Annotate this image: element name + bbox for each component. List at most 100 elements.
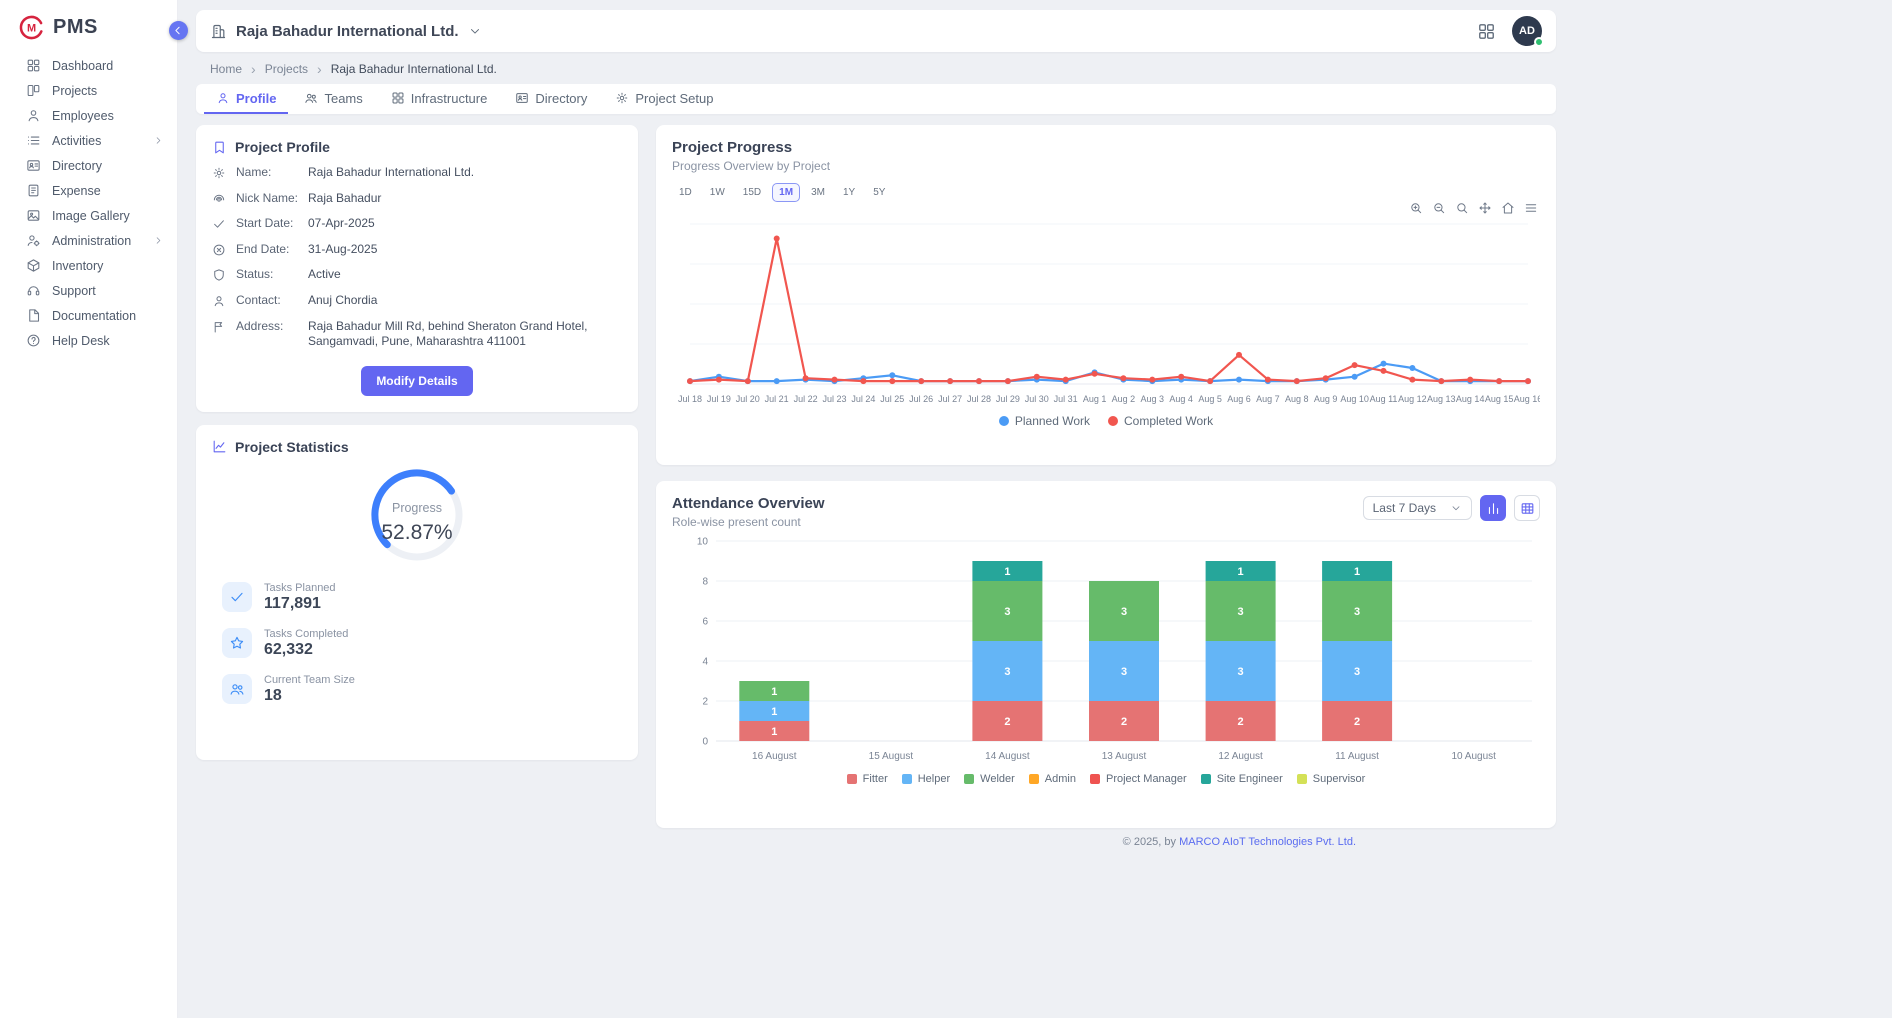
- breadcrumb-item-home[interactable]: Home: [210, 62, 242, 76]
- modify-details-button[interactable]: Modify Details: [361, 366, 472, 396]
- sidebar-item-label: Projects: [52, 84, 97, 98]
- legend-marker: [999, 416, 1009, 426]
- bookmark-icon: [212, 140, 227, 155]
- legend-project-manager[interactable]: Project Manager: [1090, 773, 1187, 785]
- stat-value: 117,891: [264, 595, 336, 613]
- range-button-1y[interactable]: 1Y: [836, 183, 862, 202]
- sidebar-item-projects[interactable]: Projects: [0, 78, 177, 103]
- legend-completed-work[interactable]: Completed Work: [1108, 414, 1213, 428]
- sidebar-item-expense[interactable]: Expense: [0, 178, 177, 203]
- legend-marker: [1108, 416, 1118, 426]
- user-avatar[interactable]: AD: [1512, 16, 1542, 46]
- selection-zoom-icon[interactable]: [1455, 201, 1469, 215]
- sidebar-item-activities[interactable]: Activities: [0, 128, 177, 153]
- svg-text:Aug 7: Aug 7: [1256, 394, 1280, 404]
- sidebar-nav: Dashboard Projects Employees ActivitiesDire…: [0, 53, 177, 353]
- tab-project-setup[interactable]: Project Setup: [603, 84, 725, 114]
- range-button-15d[interactable]: 15D: [736, 183, 768, 202]
- sidebar-item-directory[interactable]: Directory: [0, 153, 177, 178]
- legend-planned-work[interactable]: Planned Work: [999, 414, 1090, 428]
- bar-chart-legend: Fitter Helper Welder Admin Project Manager Si…: [672, 773, 1540, 785]
- directory-icon: [515, 91, 529, 105]
- breadcrumb-item-projects[interactable]: Projects: [265, 62, 308, 76]
- attendance-bar-chart[interactable]: 024681011116 August15 August233114 Augus…: [672, 533, 1540, 769]
- legend-helper[interactable]: Helper: [902, 773, 950, 785]
- footer-copyright: © 2025, by: [1123, 836, 1179, 848]
- svg-text:1: 1: [1004, 566, 1010, 578]
- sidebar-item-documentation[interactable]: Documentation: [0, 303, 177, 328]
- range-button-3m[interactable]: 3M: [804, 183, 832, 202]
- sidebar-item-support[interactable]: Support: [0, 278, 177, 303]
- chart-toolbar: [1409, 201, 1538, 215]
- building-icon: [210, 23, 227, 40]
- footer-company-link[interactable]: MARCO AIoT Technologies Pvt. Ltd.: [1179, 836, 1356, 848]
- sidebar-item-image-gallery[interactable]: Image Gallery: [0, 203, 177, 228]
- svg-text:0: 0: [702, 737, 708, 748]
- range-button-1d[interactable]: 1D: [672, 183, 699, 202]
- legend-welder[interactable]: Welder: [964, 773, 1015, 785]
- range-button-5y[interactable]: 5Y: [866, 183, 892, 202]
- field-value: Active: [308, 267, 341, 283]
- pan-icon[interactable]: [1478, 201, 1492, 215]
- sidebar-item-inventory[interactable]: Inventory: [0, 253, 177, 278]
- activities-icon: [26, 133, 41, 148]
- support-icon: [26, 283, 41, 298]
- field-label: Address:: [236, 319, 298, 335]
- stat-tasks-planned: Tasks Planned117,891: [222, 582, 622, 613]
- sidebar-item-label: Expense: [52, 184, 101, 198]
- sidebar-item-help-desk[interactable]: Help Desk: [0, 328, 177, 353]
- tab-bar: Profile Teams InfrastructureDirectory Proje…: [196, 84, 1556, 114]
- range-button-1w[interactable]: 1W: [703, 183, 732, 202]
- tab-infrastructure[interactable]: Infrastructure: [379, 84, 500, 114]
- svg-text:1: 1: [1238, 566, 1244, 578]
- employees-icon: [26, 108, 41, 123]
- field-label: Nick Name:: [236, 191, 298, 207]
- sidebar-item-dashboard[interactable]: Dashboard: [0, 53, 177, 78]
- svg-text:Aug 14: Aug 14: [1456, 394, 1485, 404]
- legend-supervisor[interactable]: Supervisor: [1297, 773, 1366, 785]
- tab-label: Project Setup: [635, 91, 713, 106]
- sidebar-item-employees[interactable]: Employees: [0, 103, 177, 128]
- svg-text:1: 1: [1354, 566, 1360, 578]
- tab-label: Teams: [324, 91, 362, 106]
- legend-fitter[interactable]: Fitter: [847, 773, 888, 785]
- sidebar-item-administration[interactable]: Administration: [0, 228, 177, 253]
- legend-label: Supervisor: [1313, 773, 1366, 785]
- field-value: 31-Aug-2025: [308, 242, 377, 258]
- menu-icon[interactable]: [1524, 201, 1538, 215]
- sidebar-item-label: Employees: [52, 109, 114, 123]
- profile-field-nick-name-: Nick Name:Raja Bahadur: [212, 191, 622, 207]
- zoom-in-icon[interactable]: [1409, 201, 1423, 215]
- zoom-out-icon[interactable]: [1432, 201, 1446, 215]
- svg-text:2: 2: [702, 697, 708, 708]
- tab-teams[interactable]: Teams: [292, 84, 374, 114]
- svg-text:Jul 31: Jul 31: [1054, 394, 1078, 404]
- profile-field-status-: Status:Active: [212, 267, 622, 283]
- svg-text:Jul 26: Jul 26: [909, 394, 933, 404]
- reset-home-icon[interactable]: [1501, 201, 1515, 215]
- table-view-toggle[interactable]: [1514, 495, 1540, 521]
- profile-field-name-: Name:Raja Bahadur International Ltd.: [212, 165, 622, 181]
- sidebar: M PMS DashboardProjectsEmployeesActiviti…: [0, 0, 178, 1018]
- chart-line-icon: [212, 439, 227, 454]
- legend-admin[interactable]: Admin: [1029, 773, 1076, 785]
- stat-tasks-completed: Tasks Completed62,332: [222, 628, 622, 659]
- progress-line-chart[interactable]: Jul 18Jul 19Jul 20Jul 21Jul 22Jul 23Jul …: [672, 208, 1540, 408]
- date-range-select[interactable]: Last 7 Days: [1363, 496, 1472, 520]
- tab-profile[interactable]: Profile: [204, 84, 288, 114]
- stat-value: 18: [264, 687, 355, 705]
- legend-label: Completed Work: [1124, 414, 1213, 428]
- apps-grid-button[interactable]: [1477, 22, 1496, 41]
- svg-text:Aug 9: Aug 9: [1314, 394, 1338, 404]
- bar-view-toggle[interactable]: [1480, 495, 1506, 521]
- sidebar-collapse-button[interactable]: [169, 21, 188, 40]
- company-selector[interactable]: Raja Bahadur International Ltd.: [210, 23, 482, 40]
- range-button-1m[interactable]: 1M: [772, 183, 800, 202]
- legend-site-engineer[interactable]: Site Engineer: [1201, 773, 1283, 785]
- legend-marker: [964, 774, 974, 784]
- svg-text:Aug 3: Aug 3: [1141, 394, 1165, 404]
- svg-text:3: 3: [1121, 606, 1127, 618]
- svg-text:Jul 18: Jul 18: [678, 394, 702, 404]
- tab-directory[interactable]: Directory: [503, 84, 599, 114]
- svg-text:8: 8: [702, 577, 708, 588]
